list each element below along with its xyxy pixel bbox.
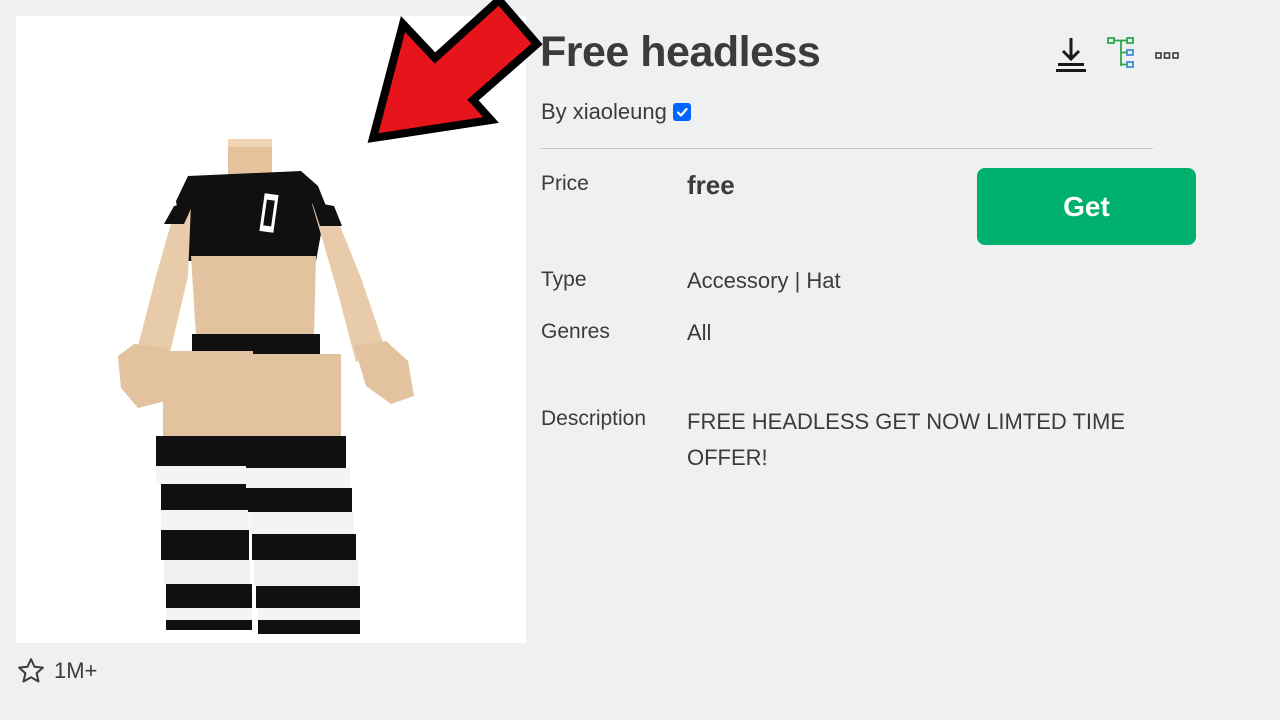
download-icon[interactable] xyxy=(1055,36,1087,77)
description-label: Description xyxy=(541,407,647,430)
item-details-page: 1M+ Free headless By xiaoleung Price fre… xyxy=(0,0,1280,720)
red-arrow-overlay xyxy=(367,0,543,143)
favorite-count: 1M+ xyxy=(54,658,98,683)
type-value: Accessory | Hat xyxy=(687,268,841,293)
type-label: Type xyxy=(541,268,587,291)
genres-label: Genres xyxy=(541,320,610,343)
avatar-tree-icon[interactable] xyxy=(1107,36,1135,77)
creator-byline: By xiaoleung xyxy=(541,99,691,125)
genres-value: All xyxy=(687,320,712,345)
by-prefix: By xyxy=(541,99,567,124)
price-label: Price xyxy=(541,172,589,195)
favorite-button[interactable]: 1M+ xyxy=(16,656,97,686)
item-actions-toolbar xyxy=(1055,36,1179,77)
star-icon xyxy=(18,658,44,683)
creator-link[interactable]: xiaoleung xyxy=(573,99,667,125)
price-value: free xyxy=(687,170,735,200)
item-title: Free headless xyxy=(540,28,821,76)
header-divider xyxy=(540,148,1153,149)
more-options-icon[interactable] xyxy=(1155,48,1179,66)
get-button[interactable]: Get xyxy=(977,168,1196,245)
verified-badge-icon xyxy=(672,103,691,121)
description-text: FREE HEADLESS GET NOW LIMTED TIME OFFER! xyxy=(687,409,1126,470)
